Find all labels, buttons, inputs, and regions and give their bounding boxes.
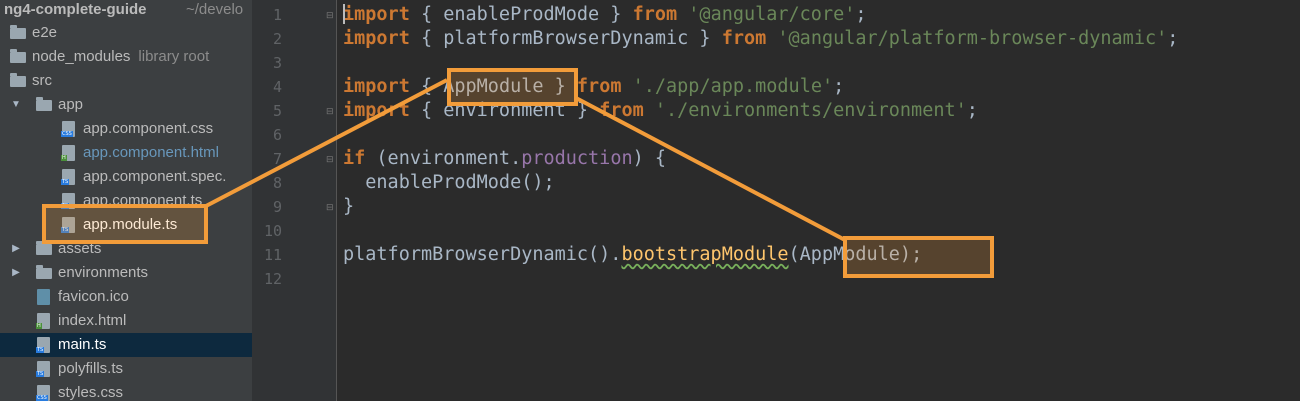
- tree-item-app[interactable]: ▼ app: [0, 93, 252, 117]
- code-line-11: platformBrowserDynamic().bootstrapModule…: [343, 244, 923, 265]
- code-line-1: import { enableProdMode } from '@angular…: [343, 4, 867, 25]
- text-caret: [343, 4, 345, 24]
- tree-item-app-component-spec[interactable]: TS app.component.spec.: [0, 165, 252, 189]
- project-name: ng4-complete-guide: [4, 1, 147, 18]
- project-tree-panel: ng4-complete-guide ~/develo e2e node_mod…: [0, 0, 252, 401]
- tree-item-label: styles.css: [58, 384, 124, 401]
- css-file-icon: CSS: [36, 385, 50, 401]
- line-number: 9: [272, 198, 282, 216]
- line-number: 7: [272, 150, 282, 168]
- tree-item-label: index.html: [58, 312, 127, 329]
- tree-item-label: src: [32, 72, 52, 89]
- tree-item-label: app: [58, 96, 84, 113]
- tree-item-app-component-css[interactable]: CSS app.component.css: [0, 117, 252, 141]
- fold-marker-icon[interactable]: ⊟: [326, 10, 336, 20]
- tree-item-index-html[interactable]: H index.html: [0, 309, 252, 333]
- library-root-hint: library root: [138, 48, 210, 65]
- fold-marker-icon[interactable]: ⊟: [326, 154, 336, 164]
- tree-item-node-modules[interactable]: node_modules library root: [0, 45, 252, 69]
- code-line-9: }: [343, 196, 355, 217]
- code-editor[interactable]: import { enableProdMode } from '@angular…: [336, 0, 1300, 401]
- chevron-right-icon[interactable]: ▶: [10, 237, 22, 261]
- chevron-down-icon[interactable]: ▼: [10, 93, 22, 117]
- tree-item-favicon[interactable]: favicon.ico: [0, 285, 252, 309]
- editor-gutter: 1 2 3 4 5 6 7 8 9 10 11 12 ⊟ ⊟ ⊟ ⊟: [252, 0, 337, 401]
- tree-item-label: environments: [58, 264, 149, 281]
- tree-item-styles-css[interactable]: CSS styles.css: [0, 381, 252, 401]
- code-line-4: import { AppModule } from './app/app.mod…: [343, 76, 845, 97]
- tree-item-app-component-html[interactable]: H app.component.html: [0, 141, 252, 165]
- highlight-box-app-module-file: [42, 204, 208, 244]
- ts-file-icon: TS: [36, 361, 50, 377]
- tree-item-environments[interactable]: ▶ environments: [0, 261, 252, 285]
- image-file-icon: [37, 289, 50, 305]
- folder-icon: [10, 25, 26, 39]
- code-line-8: enableProdMode();: [343, 172, 555, 193]
- tree-item-label: favicon.ico: [58, 288, 129, 305]
- tree-item-label: app.component.html: [83, 144, 219, 161]
- tree-item-main-ts[interactable]: TS main.ts: [0, 333, 252, 357]
- highlight-box-bootstrap-appmodule: [843, 236, 994, 278]
- folder-icon: [36, 265, 52, 279]
- highlight-box-import-appmodule: [447, 68, 578, 106]
- tree-item-e2e[interactable]: e2e: [0, 21, 252, 45]
- tree-item-label: main.ts: [58, 336, 107, 353]
- fold-marker-icon[interactable]: ⊟: [326, 202, 336, 212]
- line-number: 6: [272, 126, 282, 144]
- line-number: 12: [263, 270, 282, 288]
- line-number: 11: [263, 246, 282, 264]
- project-root[interactable]: ng4-complete-guide ~/develo: [0, 0, 252, 22]
- line-number: 3: [272, 54, 282, 72]
- line-number: 8: [272, 174, 282, 192]
- html-file-icon: H: [61, 145, 75, 161]
- folder-icon: [10, 73, 26, 87]
- tree-item-polyfills[interactable]: TS polyfills.ts: [0, 357, 252, 381]
- line-number: 4: [272, 78, 282, 96]
- folder-icon: [10, 49, 26, 63]
- code-line-5: import { environment } from './environme…: [343, 100, 978, 121]
- chevron-right-icon[interactable]: ▶: [10, 261, 22, 285]
- tree-item-label: polyfills.ts: [58, 360, 124, 377]
- ts-file-icon: TS: [61, 169, 75, 185]
- fold-marker-icon[interactable]: ⊟: [326, 106, 336, 116]
- html-file-icon: H: [36, 313, 50, 329]
- line-number: 2: [272, 30, 282, 48]
- tree-item-src[interactable]: src: [0, 69, 252, 93]
- line-number: 10: [263, 222, 282, 240]
- css-file-icon: CSS: [61, 121, 75, 137]
- tree-item-label: app.component.css: [83, 120, 214, 137]
- tree-item-label: e2e: [32, 24, 58, 41]
- line-number: 5: [272, 102, 282, 120]
- ts-file-icon: TS: [36, 337, 50, 353]
- code-line-2: import { platformBrowserDynamic } from '…: [343, 28, 1179, 49]
- line-number: 1: [272, 6, 282, 24]
- project-path: ~/develo: [186, 1, 244, 18]
- code-line-7: if (environment.production) {: [343, 148, 667, 169]
- folder-icon: [36, 97, 52, 111]
- tree-item-label: app.component.spec.: [83, 168, 227, 185]
- folder-icon: [36, 241, 52, 255]
- tree-item-label: node_modules: [32, 48, 131, 65]
